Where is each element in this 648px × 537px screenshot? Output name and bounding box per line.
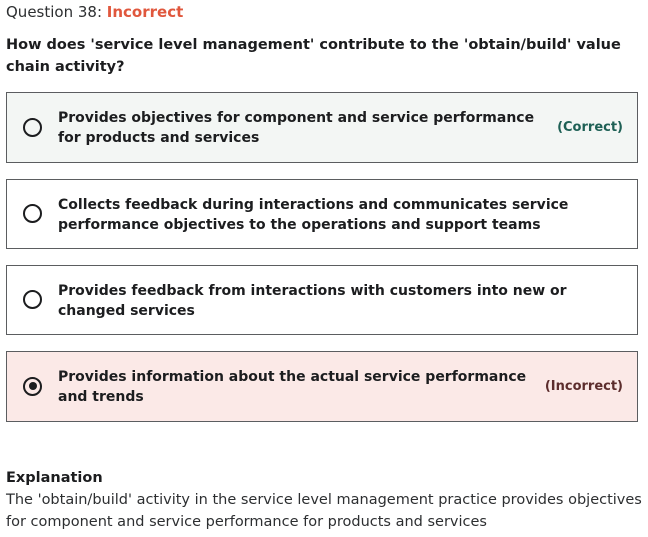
question-number: Question 38: — [6, 3, 102, 21]
answer-option-1[interactable]: Provides objectives for component and se… — [6, 92, 638, 163]
answer-option-text: Provides information about the actual se… — [58, 369, 527, 405]
answer-option-2[interactable]: Collects feedback during interactions an… — [6, 179, 638, 249]
correct-answer-tag: (Correct) — [557, 120, 623, 135]
radio-button-unselected-icon[interactable] — [23, 290, 42, 309]
question-header: Question 38: Incorrect — [6, 3, 183, 21]
answer-option-4[interactable]: Provides information about the actual se… — [6, 351, 638, 422]
explanation-heading: Explanation — [6, 470, 103, 486]
incorrect-answer-tag: (Incorrect) — [544, 379, 623, 394]
radio-button-selected-icon[interactable] — [23, 376, 42, 396]
answer-option-3[interactable]: Provides feedback from interactions with… — [6, 265, 638, 335]
radio-button-unselected-icon[interactable] — [23, 204, 42, 223]
answer-option-text: Provides objectives for component and se… — [58, 110, 535, 146]
answer-option-text: Collects feedback during interactions an… — [58, 197, 569, 233]
question-text: How does 'service level management' cont… — [6, 37, 621, 75]
answer-option-text: Provides feedback from interactions with… — [58, 283, 567, 319]
result-status: Incorrect — [106, 3, 184, 21]
radio-button-unselected-icon[interactable] — [23, 117, 42, 137]
explanation-text: The 'obtain/build' activity in the servi… — [6, 492, 642, 530]
